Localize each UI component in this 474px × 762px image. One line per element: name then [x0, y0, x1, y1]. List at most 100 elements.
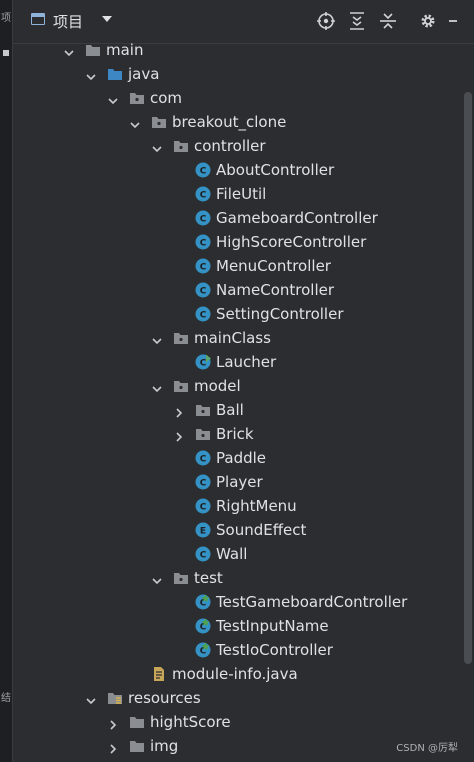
chevron-down-icon[interactable]	[151, 380, 163, 393]
tree-row[interactable]: module-info.java	[13, 662, 462, 686]
tree-row[interactable]: Ball	[13, 398, 462, 422]
minimize-panel-icon[interactable]	[448, 11, 458, 31]
package-icon	[195, 402, 211, 418]
chevron-down-icon[interactable]	[151, 332, 163, 345]
tool-tab-marker	[3, 50, 9, 56]
svg-text:C: C	[200, 167, 207, 177]
folder-icon	[85, 42, 101, 58]
tree-row[interactable]: Brick	[13, 422, 462, 446]
tree-item-label: SettingController	[216, 305, 344, 323]
tree-row[interactable]: java	[13, 62, 462, 86]
tree-item-label: TestGameboardController	[216, 593, 408, 611]
tree-item-label: HighScoreController	[216, 233, 367, 251]
tree-item-label: mainClass	[194, 329, 271, 347]
chevron-down-icon[interactable]	[85, 68, 97, 81]
tree-row[interactable]: C TestIoController	[13, 638, 462, 662]
package-icon	[129, 90, 145, 106]
chevron-right-icon[interactable]	[107, 716, 119, 730]
package-icon	[173, 330, 189, 346]
class-icon: C	[195, 186, 211, 202]
class-icon: C	[195, 234, 211, 250]
source-folder-icon	[107, 66, 123, 82]
chevron-right-icon[interactable]	[173, 428, 185, 442]
svg-text:C: C	[200, 551, 207, 561]
tree-row[interactable]: C MenuController	[13, 254, 462, 278]
tree-item-label: GameboardController	[216, 209, 378, 227]
tree-row[interactable]: C TestGameboardController	[13, 590, 462, 614]
chevron-down-icon[interactable]	[129, 116, 141, 129]
svg-text:C: C	[200, 263, 207, 273]
enum-icon: E	[195, 522, 211, 538]
project-view-title[interactable]: 项目	[53, 11, 83, 32]
svg-text:C: C	[200, 287, 207, 297]
package-icon	[173, 138, 189, 154]
tree-row[interactable]: com	[13, 86, 462, 110]
expand-all-icon[interactable]	[347, 11, 367, 31]
class-icon: C	[195, 450, 211, 466]
vertical-scrollbar[interactable]	[464, 92, 472, 664]
chevron-down-icon[interactable]	[107, 92, 119, 105]
tree-row[interactable]: C Paddle	[13, 446, 462, 470]
tree-row[interactable]: C AboutController	[13, 158, 462, 182]
collapse-all-icon[interactable]	[378, 11, 398, 31]
tree-row[interactable]: C SettingController	[13, 302, 462, 326]
chevron-right-icon[interactable]	[173, 404, 185, 418]
project-tool-tab[interactable]: 项	[0, 14, 12, 24]
tree-item-label: Paddle	[216, 449, 267, 467]
tree-item-label: Player	[216, 473, 263, 491]
tree-row[interactable]: C NameController	[13, 278, 462, 302]
tree-item-label: img	[150, 737, 179, 755]
gear-icon[interactable]	[418, 11, 438, 31]
folder-icon	[129, 738, 145, 754]
tree-item-label: MenuController	[216, 257, 331, 275]
tree-row[interactable]: img	[13, 734, 462, 758]
tree-row[interactable]: test	[13, 566, 462, 590]
tree-row[interactable]: C Laucher	[13, 350, 462, 374]
main-class-icon: C	[195, 354, 211, 370]
tree-item-label: RightMenu	[216, 497, 297, 515]
package-icon	[151, 114, 167, 130]
svg-text:C: C	[200, 479, 207, 489]
chevron-down-icon[interactable]	[85, 692, 97, 705]
test-class-icon: C	[195, 642, 211, 658]
svg-text:C: C	[200, 239, 207, 249]
tree-item-label: Brick	[216, 425, 254, 443]
svg-text:E: E	[200, 527, 206, 537]
class-icon: C	[195, 210, 211, 226]
tree-row[interactable]: C TestInputName	[13, 614, 462, 638]
tree-item-label: java	[128, 65, 160, 83]
class-icon: C	[195, 282, 211, 298]
tree-row[interactable]: breakout_clone	[13, 110, 462, 134]
tree-row[interactable]: hightScore	[13, 710, 462, 734]
tree-row[interactable]: resources	[13, 686, 462, 710]
tree-row[interactable]: model	[13, 374, 462, 398]
class-icon: C	[195, 546, 211, 562]
tree-row[interactable]: C FileUtil	[13, 182, 462, 206]
chevron-right-icon[interactable]	[107, 740, 119, 754]
tree-row[interactable]: C Player	[13, 470, 462, 494]
tree-row[interactable]: C RightMenu	[13, 494, 462, 518]
class-icon: C	[195, 498, 211, 514]
tree-item-label: Wall	[216, 545, 248, 563]
test-class-icon: C	[195, 594, 211, 610]
tree-row[interactable]: controller	[13, 134, 462, 158]
tree-row[interactable]: C HighScoreController	[13, 230, 462, 254]
tree-row[interactable]: C GameboardController	[13, 206, 462, 230]
svg-text:C: C	[200, 191, 207, 201]
tree-row[interactable]: E SoundEffect	[13, 518, 462, 542]
view-dropdown-icon[interactable]	[102, 16, 112, 22]
tree-row[interactable]: main	[13, 38, 462, 62]
chevron-down-icon[interactable]	[151, 572, 163, 585]
chevron-down-icon[interactable]	[151, 140, 163, 153]
folder-icon	[129, 714, 145, 730]
chevron-down-icon[interactable]	[63, 44, 75, 57]
locate-file-icon[interactable]	[316, 11, 336, 31]
structure-tool-tab[interactable]: 结	[0, 694, 12, 704]
tree-row[interactable]: mainClass	[13, 326, 462, 350]
tree-item-label: Ball	[216, 401, 244, 419]
svg-text:C: C	[200, 359, 207, 369]
tree-row[interactable]: C Wall	[13, 542, 462, 566]
tree-item-label: hightScore	[150, 713, 231, 731]
class-icon: C	[195, 162, 211, 178]
left-tool-strip: 项 结	[0, 0, 13, 762]
